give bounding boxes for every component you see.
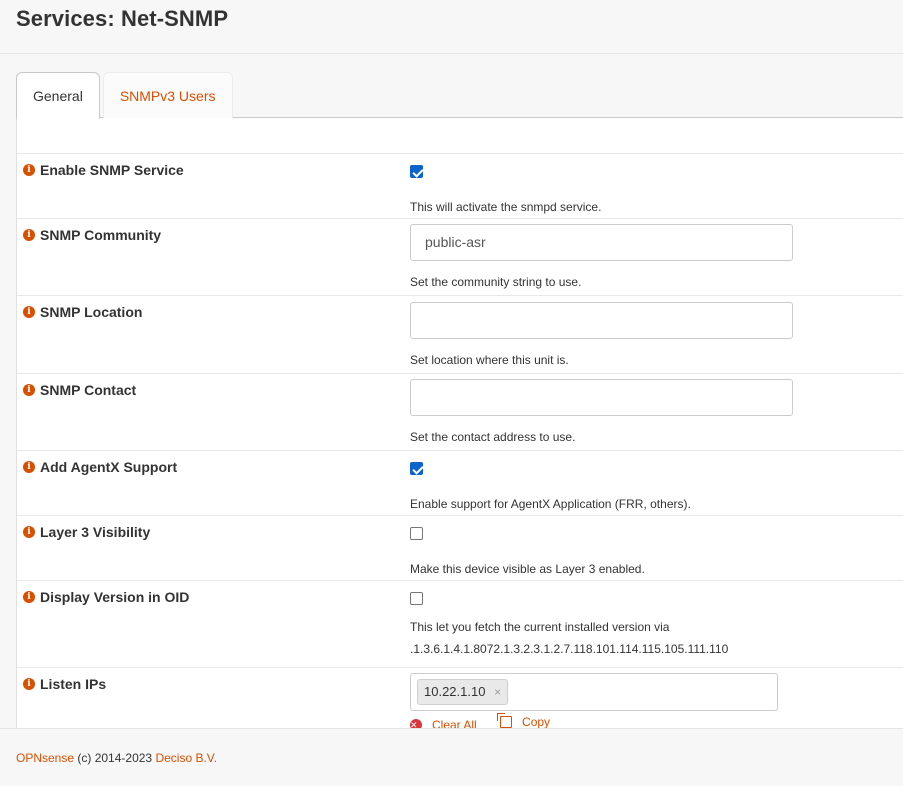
snmp-community-input[interactable]: public-asr xyxy=(410,224,793,261)
info-icon[interactable]: i xyxy=(23,384,35,396)
info-icon[interactable]: i xyxy=(23,591,35,603)
row-snmp-contact: i SNMP Contact Set the contact address t… xyxy=(17,374,903,451)
listen-ip-tag-label: 10.22.1.10 xyxy=(424,684,486,699)
footer-company-link[interactable]: Deciso B.V. xyxy=(155,751,217,765)
tab-bar: General SNMPv3 Users xyxy=(16,72,903,119)
value-cell: Make this device visible as Layer 3 enab… xyxy=(393,516,903,580)
row-listen-ips: i Listen IPs 10.22.1.10 × ✕ Clear All Co… xyxy=(17,668,903,728)
label-agentx: Add AgentX Support xyxy=(40,459,178,475)
footer: OPNsense (c) 2014-2023 Deciso B.V. xyxy=(0,728,903,786)
info-icon[interactable]: i xyxy=(23,306,35,318)
listen-ips-tag-input[interactable]: 10.22.1.10 × xyxy=(410,673,778,711)
row-snmp-location: i SNMP Location Set location where this … xyxy=(17,296,903,374)
help-snmp-contact: Set the contact address to use. xyxy=(410,430,576,444)
value-cell: This will activate the snmpd service. xyxy=(393,154,903,218)
help-snmp-community: Set the community string to use. xyxy=(410,275,582,289)
label-cell: i Display Version in OID xyxy=(17,581,393,667)
label-cell: i SNMP Location xyxy=(17,296,393,373)
help-agentx: Enable support for AgentX Application (F… xyxy=(410,497,691,511)
label-cell: i SNMP Contact xyxy=(17,374,393,450)
tab-snmpv3-users[interactable]: SNMPv3 Users xyxy=(102,72,233,118)
label-cell: i Layer 3 Visibility xyxy=(17,516,393,580)
value-cell: Set the contact address to use. xyxy=(393,374,903,450)
help-version-oid-line2: .1.3.6.1.4.1.8072.1.3.2.3.1.2.7.118.101.… xyxy=(410,642,729,656)
remove-tag-icon[interactable]: × xyxy=(494,685,501,699)
panel-header-row xyxy=(17,118,903,154)
label-snmp-community: SNMP Community xyxy=(40,227,162,243)
label-cell: i Enable SNMP Service xyxy=(17,154,393,218)
page-header: Services: Net-SNMP xyxy=(0,0,903,54)
copy-label: Copy xyxy=(522,715,551,728)
row-agentx: i Add AgentX Support Enable support for … xyxy=(17,451,903,516)
tab-general[interactable]: General xyxy=(16,72,100,119)
value-cell: Enable support for AgentX Application (F… xyxy=(393,451,903,515)
snmp-location-input[interactable] xyxy=(410,302,793,339)
help-version-oid-line1: This let you fetch the current installed… xyxy=(410,620,670,634)
info-icon[interactable]: i xyxy=(23,229,35,241)
label-snmp-contact: SNMP Contact xyxy=(40,382,137,398)
footer-brand-link[interactable]: OPNsense xyxy=(16,751,74,765)
clear-all-label: Clear All xyxy=(432,718,477,728)
info-icon[interactable]: i xyxy=(23,461,35,473)
clear-all-link[interactable]: ✕ Clear All xyxy=(410,718,487,728)
agentx-checkbox[interactable] xyxy=(410,462,423,475)
help-snmp-location: Set location where this unit is. xyxy=(410,353,569,367)
footer-copyright: (c) 2014-2023 xyxy=(77,751,153,765)
row-version-oid: i Display Version in OID This let you fe… xyxy=(17,581,903,668)
layer3-checkbox[interactable] xyxy=(410,527,423,540)
help-enable-snmp: This will activate the snmpd service. xyxy=(410,200,602,214)
label-enable-snmp: Enable SNMP Service xyxy=(40,162,184,178)
label-cell: i Add AgentX Support xyxy=(17,451,393,515)
label-snmp-location: SNMP Location xyxy=(40,304,143,320)
version-oid-checkbox[interactable] xyxy=(410,592,423,605)
clear-icon: ✕ xyxy=(410,719,422,728)
value-cell: This let you fetch the current installed… xyxy=(393,581,903,667)
row-snmp-community: i SNMP Community public-asr Set the comm… xyxy=(17,219,903,296)
copy-link[interactable]: Copy xyxy=(497,713,560,728)
label-cell: i SNMP Community xyxy=(17,219,393,295)
info-icon[interactable]: i xyxy=(23,678,35,690)
snmp-contact-input[interactable] xyxy=(410,379,793,416)
page-title: Services: Net-SNMP xyxy=(16,6,229,31)
value-cell: Set location where this unit is. xyxy=(393,296,903,373)
help-layer3: Make this device visible as Layer 3 enab… xyxy=(410,562,645,576)
value-cell: 10.22.1.10 × ✕ Clear All Copy xyxy=(393,668,903,728)
info-icon[interactable]: i xyxy=(23,164,35,176)
listen-ip-tag: 10.22.1.10 × xyxy=(417,679,509,705)
label-version-oid: Display Version in OID xyxy=(40,589,190,605)
row-enable-snmp: i Enable SNMP Service This will activate… xyxy=(17,154,903,219)
main-content: General SNMPv3 Users i Enable SNMP Servi… xyxy=(16,72,903,728)
tag-actions: ✕ Clear All Copy xyxy=(410,713,903,728)
value-cell: public-asr Set the community string to u… xyxy=(393,219,903,295)
row-layer3: i Layer 3 Visibility Make this device vi… xyxy=(17,516,903,581)
copy-icon xyxy=(497,713,513,728)
label-cell: i Listen IPs xyxy=(17,668,393,728)
label-listen-ips: Listen IPs xyxy=(40,676,107,692)
info-icon[interactable]: i xyxy=(23,526,35,538)
settings-panel: i Enable SNMP Service This will activate… xyxy=(16,118,903,728)
enable-snmp-checkbox[interactable] xyxy=(410,165,423,178)
label-layer3: Layer 3 Visibility xyxy=(40,524,151,540)
